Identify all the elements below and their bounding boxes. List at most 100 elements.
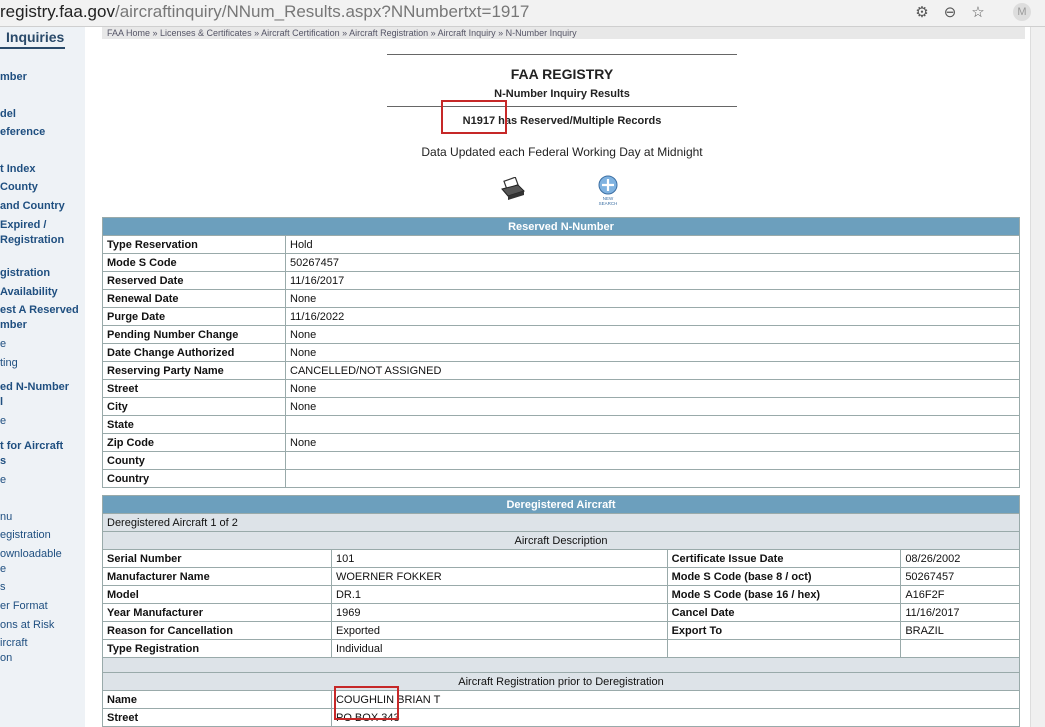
sidebar-item[interactable]: eference [0,125,45,140]
sidebar-item[interactable]: County [0,180,38,195]
field-label: Model [102,585,332,604]
sidebar-item[interactable]: ting [0,356,18,371]
sidebar-item[interactable]: est A Reserved [0,303,79,318]
field-value [900,639,1020,658]
field-label: Manufacturer Name [102,567,332,586]
table-row: Mode S Code 50267457 [102,253,1020,272]
sidebar-item[interactable]: s [0,580,6,595]
field-value: 50267457 [900,567,1020,586]
table-row: Reserved Date 11/16/2017 [102,271,1020,290]
scrollbar[interactable] [1030,27,1045,727]
field-label: Type Registration [102,639,332,658]
sidebar-item[interactable]: ed N-Number [0,380,69,395]
field-label [666,639,902,658]
sidebar-item[interactable]: del [0,107,16,122]
sidebar-item[interactable]: ons at Risk [0,618,54,633]
url-path: /aircraftinquiry/NNum_Results.aspx?NNumb… [114,2,530,21]
sidebar-item[interactable]: t for Aircraft [0,439,63,454]
sidebar-title: Inquiries [0,29,65,49]
bookmark-star-icon[interactable]: ☆ [969,3,987,21]
field-value [285,415,1020,434]
table-row: Reason for Cancellation Exported Export To… [102,621,1020,640]
field-label: Name [102,690,332,709]
sidebar-item[interactable]: and Country [0,199,65,214]
sidebar-item[interactable]: Availability [0,285,58,300]
table-row: Renewal Date None [102,289,1020,308]
spacer-row [102,657,1020,673]
extension-icon[interactable]: ⚙ [913,3,931,21]
table-row: Street None [102,379,1020,398]
field-value: 1969 [330,603,668,622]
sidebar-item[interactable]: egistration [0,528,51,543]
sidebar-item[interactable]: t Index [0,162,35,177]
field-label: Country [102,469,286,488]
field-value [285,469,1020,488]
table-row: Year Manufacturer 1969 Cancel Date 11/16/20… [102,603,1020,622]
svg-text:SEARCH: SEARCH [599,201,618,206]
print-icon[interactable] [500,177,526,201]
sidebar-item[interactable]: nu [0,510,12,525]
field-value: 08/26/2002 [900,549,1020,568]
sidebar-item[interactable]: ircraft [0,636,28,651]
field-value: 11/16/2022 [285,307,1020,326]
reserved-nnumber-table: Reserved N-Number Type Reservation Hold Mo… [102,217,1020,488]
table-row: Purge Date 11/16/2022 [102,307,1020,326]
field-label: Purge Date [102,307,286,326]
sidebar-item[interactable]: e [0,562,6,577]
field-value: 11/16/2017 [900,603,1020,622]
highlight-box-name [334,686,399,720]
sidebar-item[interactable]: mber [0,318,27,333]
sidebar-item[interactable]: mber [0,70,27,85]
field-label: Zip Code [102,433,286,452]
sidebar-item[interactable]: er Format [0,599,48,614]
sidebar-item[interactable]: l [0,395,3,410]
address-bar[interactable]: registry.faa.gov/aircraftinquiry/NNum_Re… [0,2,529,22]
breadcrumb[interactable]: FAA Home » Licenses & Certificates » Air… [102,27,1025,39]
sidebar-item[interactable]: Expired / [0,218,46,233]
zoom-icon[interactable]: ⊖ [941,3,959,21]
field-label: County [102,451,286,470]
field-value [285,451,1020,470]
field-value: PO BOX 343 [330,708,1021,727]
table-row: City None [102,397,1020,416]
table-row: State [102,415,1020,434]
browser-toolbar: registry.faa.gov/aircraftinquiry/NNum_Re… [0,0,1045,27]
field-label: Street [102,708,332,727]
field-value: WOERNER FOKKER [330,567,668,586]
sidebar-item[interactable]: e [0,337,6,352]
registry-header: FAA REGISTRY N-Number Inquiry Results N1… [387,54,737,127]
field-label: Mode S Code (base 16 / hex) [666,585,902,604]
table-row: County [102,451,1020,470]
status-message: N1917 has Reserved/Multiple Records [462,115,662,127]
field-value: COUGHLIN BRIAN T [330,690,1021,709]
field-label: Reserving Party Name [102,361,286,380]
sidebar-item[interactable]: gistration [0,266,50,281]
table-row: Date Change Authorized None [102,343,1020,362]
field-label: City [102,397,286,416]
field-label: Export To [666,621,902,640]
field-label: State [102,415,286,434]
field-label: Certificate Issue Date [666,549,902,568]
field-label: Pending Number Change [102,325,286,344]
field-value: None [285,289,1020,308]
field-label: Year Manufacturer [102,603,332,622]
sidebar-item[interactable]: e [0,473,6,488]
field-label: Reserved Date [102,271,286,290]
field-label: Cancel Date [666,603,902,622]
page-title: FAA REGISTRY [510,66,614,82]
table-row: Country [102,469,1020,488]
profile-avatar[interactable]: M [1013,3,1031,21]
sidebar-item[interactable]: on [0,651,12,666]
sidebar-item[interactable]: Registration [0,233,64,248]
field-label: Mode S Code [102,253,286,272]
sidebar-item[interactable]: s [0,454,6,469]
sidebar-item[interactable]: e [0,414,6,429]
field-value: 11/16/2017 [285,271,1020,290]
deregistered-count: Deregistered Aircraft 1 of 2 [102,513,1020,532]
sidebar-item[interactable]: ownloadable [0,547,62,562]
field-value: None [285,325,1020,344]
deregistered-heading: Deregistered Aircraft [102,495,1020,514]
field-label: Type Reservation [102,235,286,254]
field-value: None [285,397,1020,416]
new-search-icon[interactable]: NEW SEARCH [597,175,619,207]
